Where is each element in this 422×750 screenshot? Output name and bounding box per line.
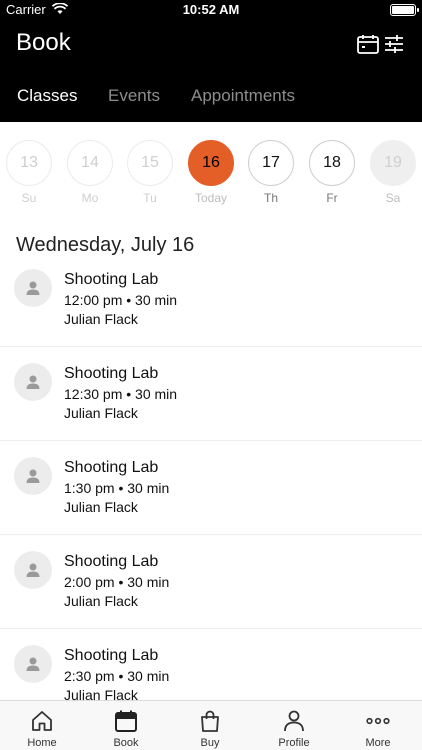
class-name: Shooting Lab: [64, 365, 159, 382]
tabbar-home[interactable]: Home: [0, 701, 84, 750]
day-number: 13: [6, 140, 52, 186]
tabbar-label: Home: [27, 737, 57, 749]
class-name: Shooting Lab: [64, 271, 159, 288]
class-item[interactable]: Shooting Lab 2:30 pm • 30 min Julian Fla…: [0, 629, 422, 700]
tabbar-label: Profile: [278, 737, 310, 749]
class-time: 12:30 pm • 30 min: [64, 386, 178, 402]
class-instructor: Julian Flack: [64, 311, 138, 327]
avatar: [14, 645, 52, 683]
person-placeholder-icon: [26, 563, 40, 577]
day-label: Tu: [143, 191, 157, 205]
tabbar-label: Book: [113, 737, 139, 749]
day-label: Su: [21, 191, 37, 205]
day-selector: 13 Su 14 Mo 15 Tu 16 Today 17 Th 18 Fr 1…: [0, 140, 422, 210]
class-instructor: Julian Flack: [64, 499, 138, 515]
day-label: Fr: [326, 191, 338, 205]
tab-appointments[interactable]: Appointments: [191, 86, 295, 106]
avatar: [14, 269, 52, 307]
filter-button[interactable]: [382, 32, 406, 56]
calendar-button[interactable]: [356, 32, 380, 56]
tabbar-profile[interactable]: Profile: [252, 701, 336, 750]
bottom-tab-bar: Home Book Buy Profile More: [0, 700, 422, 750]
day-number: 15: [127, 140, 173, 186]
day-label: Sa: [385, 191, 401, 205]
day-number: 17: [248, 140, 294, 186]
tabbar-buy[interactable]: Buy: [168, 701, 252, 750]
day-17[interactable]: 17 Th: [247, 140, 295, 205]
class-name: Shooting Lab: [64, 647, 159, 664]
day-label: Today: [194, 191, 228, 205]
filter-sliders-icon: [385, 35, 403, 53]
day-number: 19: [370, 140, 416, 186]
class-time: 1:30 pm • 30 min: [64, 480, 170, 496]
shopping-bag-icon: [201, 710, 219, 732]
class-name: Shooting Lab: [64, 459, 159, 476]
day-16-today[interactable]: 16 Today: [187, 140, 235, 205]
avatar: [14, 551, 52, 589]
tabbar-label: More: [365, 737, 391, 749]
tabbar-more[interactable]: More: [336, 701, 420, 750]
status-bar: Carrier 10:52 AM: [0, 0, 422, 20]
day-number: 16: [188, 140, 234, 186]
page-title: Book: [16, 29, 71, 56]
header: Book Classes Events Appointments: [0, 20, 422, 122]
class-time: 12:00 pm • 30 min: [64, 292, 178, 308]
class-item[interactable]: Shooting Lab 12:00 pm • 30 min Julian Fl…: [0, 253, 422, 347]
day-number: 18: [309, 140, 355, 186]
calendar-icon: [115, 710, 137, 732]
class-time: 2:00 pm • 30 min: [64, 574, 170, 590]
tab-events[interactable]: Events: [108, 86, 160, 106]
class-item[interactable]: Shooting Lab 2:00 pm • 30 min Julian Fla…: [0, 535, 422, 629]
day-19[interactable]: 19 Sa: [369, 140, 417, 205]
day-18[interactable]: 18 Fr: [308, 140, 356, 205]
avatar: [14, 363, 52, 401]
day-15[interactable]: 15 Tu: [126, 140, 174, 205]
class-list: Shooting Lab 12:00 pm • 30 min Julian Fl…: [0, 253, 422, 700]
class-item[interactable]: Shooting Lab 1:30 pm • 30 min Julian Fla…: [0, 441, 422, 535]
person-placeholder-icon: [26, 375, 40, 389]
battery-icon: [390, 4, 419, 16]
tabbar-label: Buy: [200, 737, 220, 749]
ellipsis-icon: [366, 717, 390, 725]
tab-classes[interactable]: Classes: [17, 86, 77, 106]
day-13[interactable]: 13 Su: [5, 140, 53, 205]
day-label: Mo: [81, 191, 99, 205]
calendar-icon: [357, 35, 379, 54]
class-instructor: Julian Flack: [64, 593, 138, 609]
person-placeholder-icon: [26, 281, 40, 295]
person-placeholder-icon: [26, 469, 40, 483]
class-item[interactable]: Shooting Lab 12:30 pm • 30 min Julian Fl…: [0, 347, 422, 441]
booking-tabs: Classes Events Appointments: [0, 86, 422, 122]
home-icon: [32, 711, 52, 731]
class-instructor: Julian Flack: [64, 405, 138, 421]
person-placeholder-icon: [26, 657, 40, 671]
class-name: Shooting Lab: [64, 553, 159, 570]
class-time: 2:30 pm • 30 min: [64, 668, 170, 684]
tabbar-book[interactable]: Book: [84, 701, 168, 750]
day-label: Th: [263, 191, 278, 205]
day-14[interactable]: 14 Mo: [66, 140, 114, 205]
status-time: 10:52 AM: [182, 2, 240, 17]
person-icon: [284, 710, 304, 732]
avatar: [14, 457, 52, 495]
class-instructor: Julian Flack: [64, 687, 138, 700]
day-number: 14: [67, 140, 113, 186]
